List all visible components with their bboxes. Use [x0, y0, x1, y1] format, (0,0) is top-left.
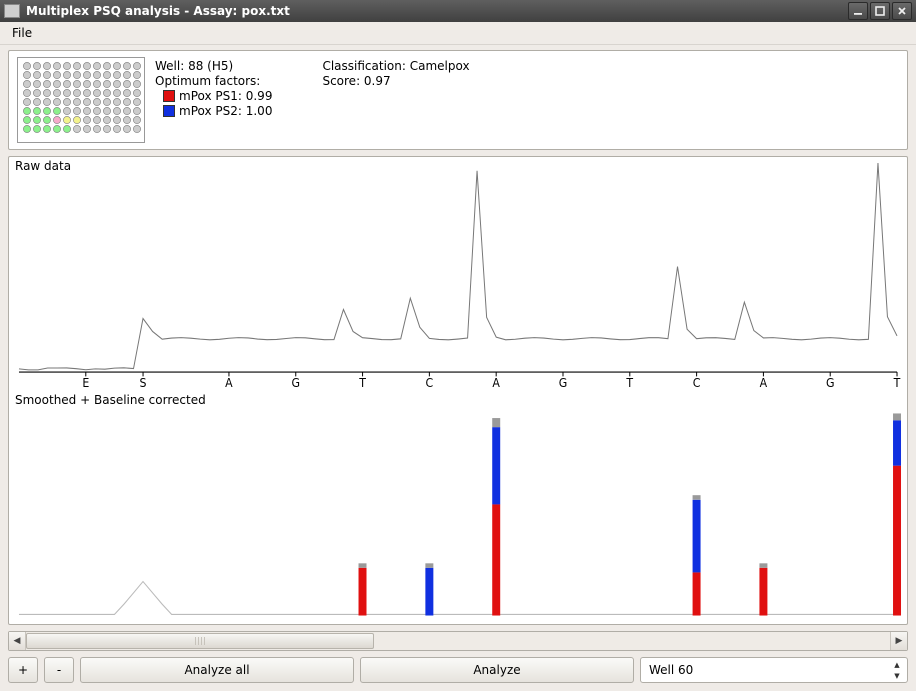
scroll-thumb[interactable]	[26, 633, 374, 649]
svg-text:A: A	[760, 376, 768, 391]
smoothed-chart: Smoothed + Baseline corrected	[9, 391, 907, 625]
scroll-right-arrow[interactable]: ▶	[890, 632, 907, 650]
factor-ps1-label: mPox PS1: 0.99	[179, 89, 272, 103]
zoom-in-button[interactable]: +	[8, 657, 38, 683]
chart-hscroll[interactable]: ◀ ▶	[8, 631, 908, 651]
optimum-factors-label: Optimum factors:	[155, 74, 272, 88]
analyze-all-button[interactable]: Analyze all	[80, 657, 354, 683]
well-plate[interactable]	[17, 57, 145, 143]
app-icon	[4, 4, 20, 18]
scroll-track[interactable]	[26, 632, 890, 650]
menubar: File	[0, 22, 916, 45]
minimize-button[interactable]	[848, 2, 868, 20]
window-title: Multiplex PSQ analysis - Assay: pox.txt	[26, 4, 848, 18]
zoom-out-button[interactable]: -	[44, 657, 74, 683]
svg-text:G: G	[291, 376, 300, 391]
svg-text:C: C	[693, 376, 701, 391]
factor-row-ps2: mPox PS2: 1.00	[155, 104, 272, 118]
scroll-left-arrow[interactable]: ◀	[9, 632, 26, 650]
charts-panel: Raw data E S A G T C A G T C A G T Smoothed + Baseli…	[8, 156, 908, 625]
svg-text:G: G	[826, 376, 835, 391]
svg-text:T: T	[893, 376, 902, 391]
swatch-red	[163, 90, 175, 102]
smoothed-title: Smoothed + Baseline corrected	[15, 393, 206, 407]
score-label: Score: 0.97	[322, 74, 469, 88]
raw-data-chart: Raw data E S A G T C A G T C A G T	[9, 157, 907, 391]
factor-row-ps1: mPox PS1: 0.99	[155, 89, 272, 103]
close-button[interactable]	[892, 2, 912, 20]
well-selector-down[interactable]: ▼	[889, 670, 905, 681]
raw-data-title: Raw data	[15, 159, 71, 173]
well-selector[interactable]: Well 60 ▲ ▼	[640, 657, 908, 683]
svg-text:A: A	[225, 376, 233, 391]
well-label: Well: 88 (H5)	[155, 59, 272, 73]
svg-text:A: A	[492, 376, 500, 391]
svg-text:C: C	[426, 376, 434, 391]
maximize-button[interactable]	[870, 2, 890, 20]
svg-text:G: G	[559, 376, 568, 391]
svg-text:E: E	[82, 376, 89, 391]
svg-text:S: S	[140, 376, 147, 391]
svg-text:T: T	[625, 376, 634, 391]
well-selector-up[interactable]: ▲	[889, 659, 905, 670]
menu-file[interactable]: File	[6, 24, 38, 42]
classification-label: Classification: Camelpox	[322, 59, 469, 73]
bottom-toolbar: + - Analyze all Analyze Well 60 ▲ ▼	[8, 657, 908, 683]
info-panel: Well: 88 (H5) Optimum factors: mPox PS1:…	[8, 50, 908, 150]
factor-ps2-label: mPox PS2: 1.00	[179, 104, 272, 118]
svg-text:T: T	[358, 376, 367, 391]
window-titlebar: Multiplex PSQ analysis - Assay: pox.txt	[0, 0, 916, 22]
analyze-button[interactable]: Analyze	[360, 657, 634, 683]
well-selector-value: Well 60	[649, 663, 889, 677]
swatch-blue	[163, 105, 175, 117]
